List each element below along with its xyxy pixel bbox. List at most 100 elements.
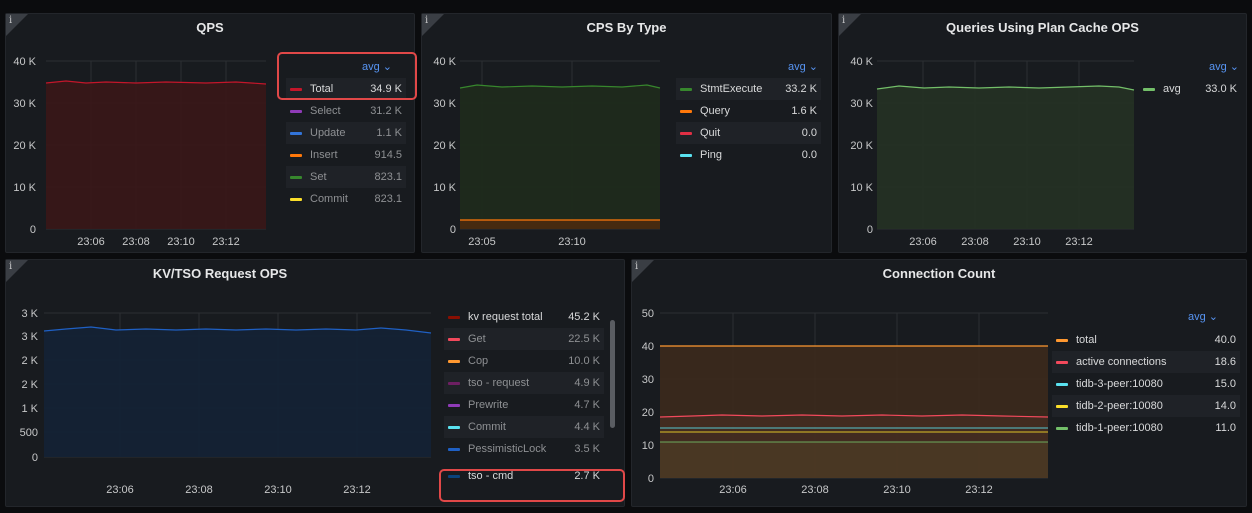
legend-item-tidb-3-peer[interactable]: tidb-3-peer:10080 15.0 (1052, 373, 1240, 395)
panel-connection-count: i Connection Count 50 40 30 20 10 0 23:0… (631, 259, 1247, 507)
legend-item-pessimisticlock[interactable]: PessimisticLock 3.5 K (444, 438, 604, 460)
panel-kv-tso-request-ops: i KV/TSO Request OPS 3 K 3 K 2 K 2 K 1 K… (5, 259, 625, 507)
series-avg-area (877, 86, 1134, 229)
panel-cps-by-type: i CPS By Type 40 K 30 K 20 K 10 K 0 23:0… (421, 13, 832, 253)
series-color (290, 198, 302, 201)
y-tick: 40 (642, 341, 654, 353)
x-tick: 23:10 (883, 484, 911, 496)
y-tick: 40 K (433, 56, 456, 68)
x-tick: 23:08 (801, 484, 829, 496)
x-tick: 23:08 (185, 484, 213, 496)
x-tick: 23:06 (909, 236, 937, 248)
series-color (1056, 361, 1068, 364)
x-axis: 23:06 23:08 23:10 23:12 (909, 236, 1093, 248)
legend-item-commit[interactable]: Commit 4.4 K (444, 416, 604, 438)
series-color (1143, 88, 1155, 91)
series-color (1056, 383, 1068, 386)
legend-item-tso-request[interactable]: tso - request 4.9 K (444, 372, 604, 394)
legend-item-total[interactable]: total 40.0 (1052, 329, 1240, 351)
series-color (680, 88, 692, 91)
y-tick: 0 (450, 224, 456, 236)
y-tick: 0 (648, 473, 654, 485)
y-tick: 40 K (13, 56, 36, 68)
highlight-box (439, 469, 625, 502)
kv-tso-graph[interactable]: 3 K 3 K 2 K 2 K 1 K 500 0 23:06 23:08 23… (6, 304, 436, 504)
legend-item-cop[interactable]: Cop 10.0 K (444, 350, 604, 372)
panel-title[interactable]: KV/TSO Request OPS (6, 260, 434, 288)
connection-count-graph[interactable]: 50 40 30 20 10 0 23:06 23:08 23:10 23:12 (632, 304, 1052, 504)
legend-sort-avg[interactable]: avg ⌄ (788, 60, 818, 73)
legend-item-insert[interactable]: Insert 914.5 (286, 144, 406, 166)
x-axis: 23:06 23:08 23:10 23:12 (719, 484, 993, 496)
series-color (448, 448, 460, 451)
x-tick: 23:05 (468, 236, 496, 248)
legend-item-commit[interactable]: Commit 823.1 (286, 188, 406, 210)
series-query-area (460, 220, 660, 229)
y-axis: 40 K 30 K 20 K 10 K 0 (13, 56, 36, 236)
series-color (448, 316, 460, 319)
x-tick: 23:06 (719, 484, 747, 496)
y-tick: 10 K (433, 182, 456, 194)
series-color (290, 132, 302, 135)
y-axis: 40 K 30 K 20 K 10 K 0 (433, 56, 456, 236)
series-color (680, 132, 692, 135)
y-tick: 30 (642, 374, 654, 386)
y-tick: 3 K (21, 308, 38, 320)
series-color (448, 426, 460, 429)
legend-item-set[interactable]: Set 823.1 (286, 166, 406, 188)
y-tick: 40 K (850, 56, 873, 68)
y-tick: 30 K (433, 98, 456, 110)
panel-title[interactable]: Queries Using Plan Cache OPS (839, 14, 1246, 42)
legend-item-tidb-2-peer[interactable]: tidb-2-peer:10080 14.0 (1052, 395, 1240, 417)
y-axis: 50 40 30 20 10 0 (642, 308, 654, 485)
series-color (448, 382, 460, 385)
panel-title[interactable]: CPS By Type (422, 14, 831, 42)
highlight-box (277, 52, 417, 100)
x-tick: 23:10 (558, 236, 586, 248)
legend-item-prewrite[interactable]: Prewrite 4.7 K (444, 394, 604, 416)
legend-sort-avg[interactable]: avg ⌄ (1188, 310, 1218, 323)
plan-cache-legend: avg 33.0 K (1139, 78, 1241, 100)
x-tick: 23:08 (122, 236, 150, 248)
legend-item-tidb-1-peer[interactable]: tidb-1-peer:10080 11.0 (1052, 417, 1240, 439)
x-axis: 23:06 23:08 23:10 23:12 (77, 236, 240, 248)
legend-sort-avg[interactable]: avg ⌄ (1209, 60, 1239, 73)
y-tick: 20 K (13, 140, 36, 152)
legend-item-avg[interactable]: avg 33.0 K (1139, 78, 1241, 100)
y-tick: 2 K (21, 379, 38, 391)
panel-title[interactable]: Connection Count (632, 260, 1246, 288)
y-tick: 1 K (21, 403, 38, 415)
legend-item-select[interactable]: Select 31.2 K (286, 100, 406, 122)
y-tick: 3 K (21, 331, 38, 343)
panel-plan-cache-ops: i Queries Using Plan Cache OPS 40 K 30 K… (838, 13, 1247, 253)
legend-item-quit[interactable]: Quit 0.0 (676, 122, 821, 144)
legend-item-update[interactable]: Update 1.1 K (286, 122, 406, 144)
x-tick: 23:12 (1065, 236, 1093, 248)
cps-legend: StmtExecute 33.2 K Query 1.6 K Quit 0.0 Pin… (676, 78, 821, 168)
plan-cache-graph[interactable]: 40 K 30 K 20 K 10 K 0 23:06 23:08 23:10 … (839, 52, 1139, 252)
legend-item-active-connections[interactable]: active connections 18.6 (1052, 351, 1240, 373)
series-color (1056, 339, 1068, 342)
x-tick: 23:10 (167, 236, 195, 248)
qps-graph[interactable]: 40 K 30 K 20 K 10 K 0 23:06 23:08 23:10 … (6, 52, 271, 252)
legend-item-stmtexecute[interactable]: StmtExecute 33.2 K (676, 78, 821, 100)
x-tick: 23:10 (264, 484, 292, 496)
legend-item-kv-request-total[interactable]: kv request total 45.2 K (444, 306, 604, 328)
y-tick: 20 K (433, 140, 456, 152)
y-tick: 0 (867, 224, 873, 236)
panel-qps: i QPS 40 K 30 K 20 K 10 K 0 23:06 23:08 … (5, 13, 417, 253)
series-stmtexecute-area (460, 85, 660, 229)
y-tick: 30 K (13, 98, 36, 110)
legend-item-ping[interactable]: Ping 0.0 (676, 144, 821, 166)
qps-legend: Total 34.9 K Select 31.2 K Update 1.1 K Ins… (286, 78, 406, 228)
legend-item-query[interactable]: Query 1.6 K (676, 100, 821, 122)
cps-graph[interactable]: 40 K 30 K 20 K 10 K 0 23:05 23:10 (422, 52, 667, 252)
y-tick: 0 (32, 452, 38, 464)
series-color (448, 360, 460, 363)
y-tick: 50 (642, 308, 654, 320)
series-color (290, 154, 302, 157)
legend-scrollbar[interactable] (610, 320, 615, 428)
y-tick: 0 (30, 224, 36, 236)
legend-item-get[interactable]: Get 22.5 K (444, 328, 604, 350)
panel-title[interactable]: QPS (6, 14, 414, 42)
